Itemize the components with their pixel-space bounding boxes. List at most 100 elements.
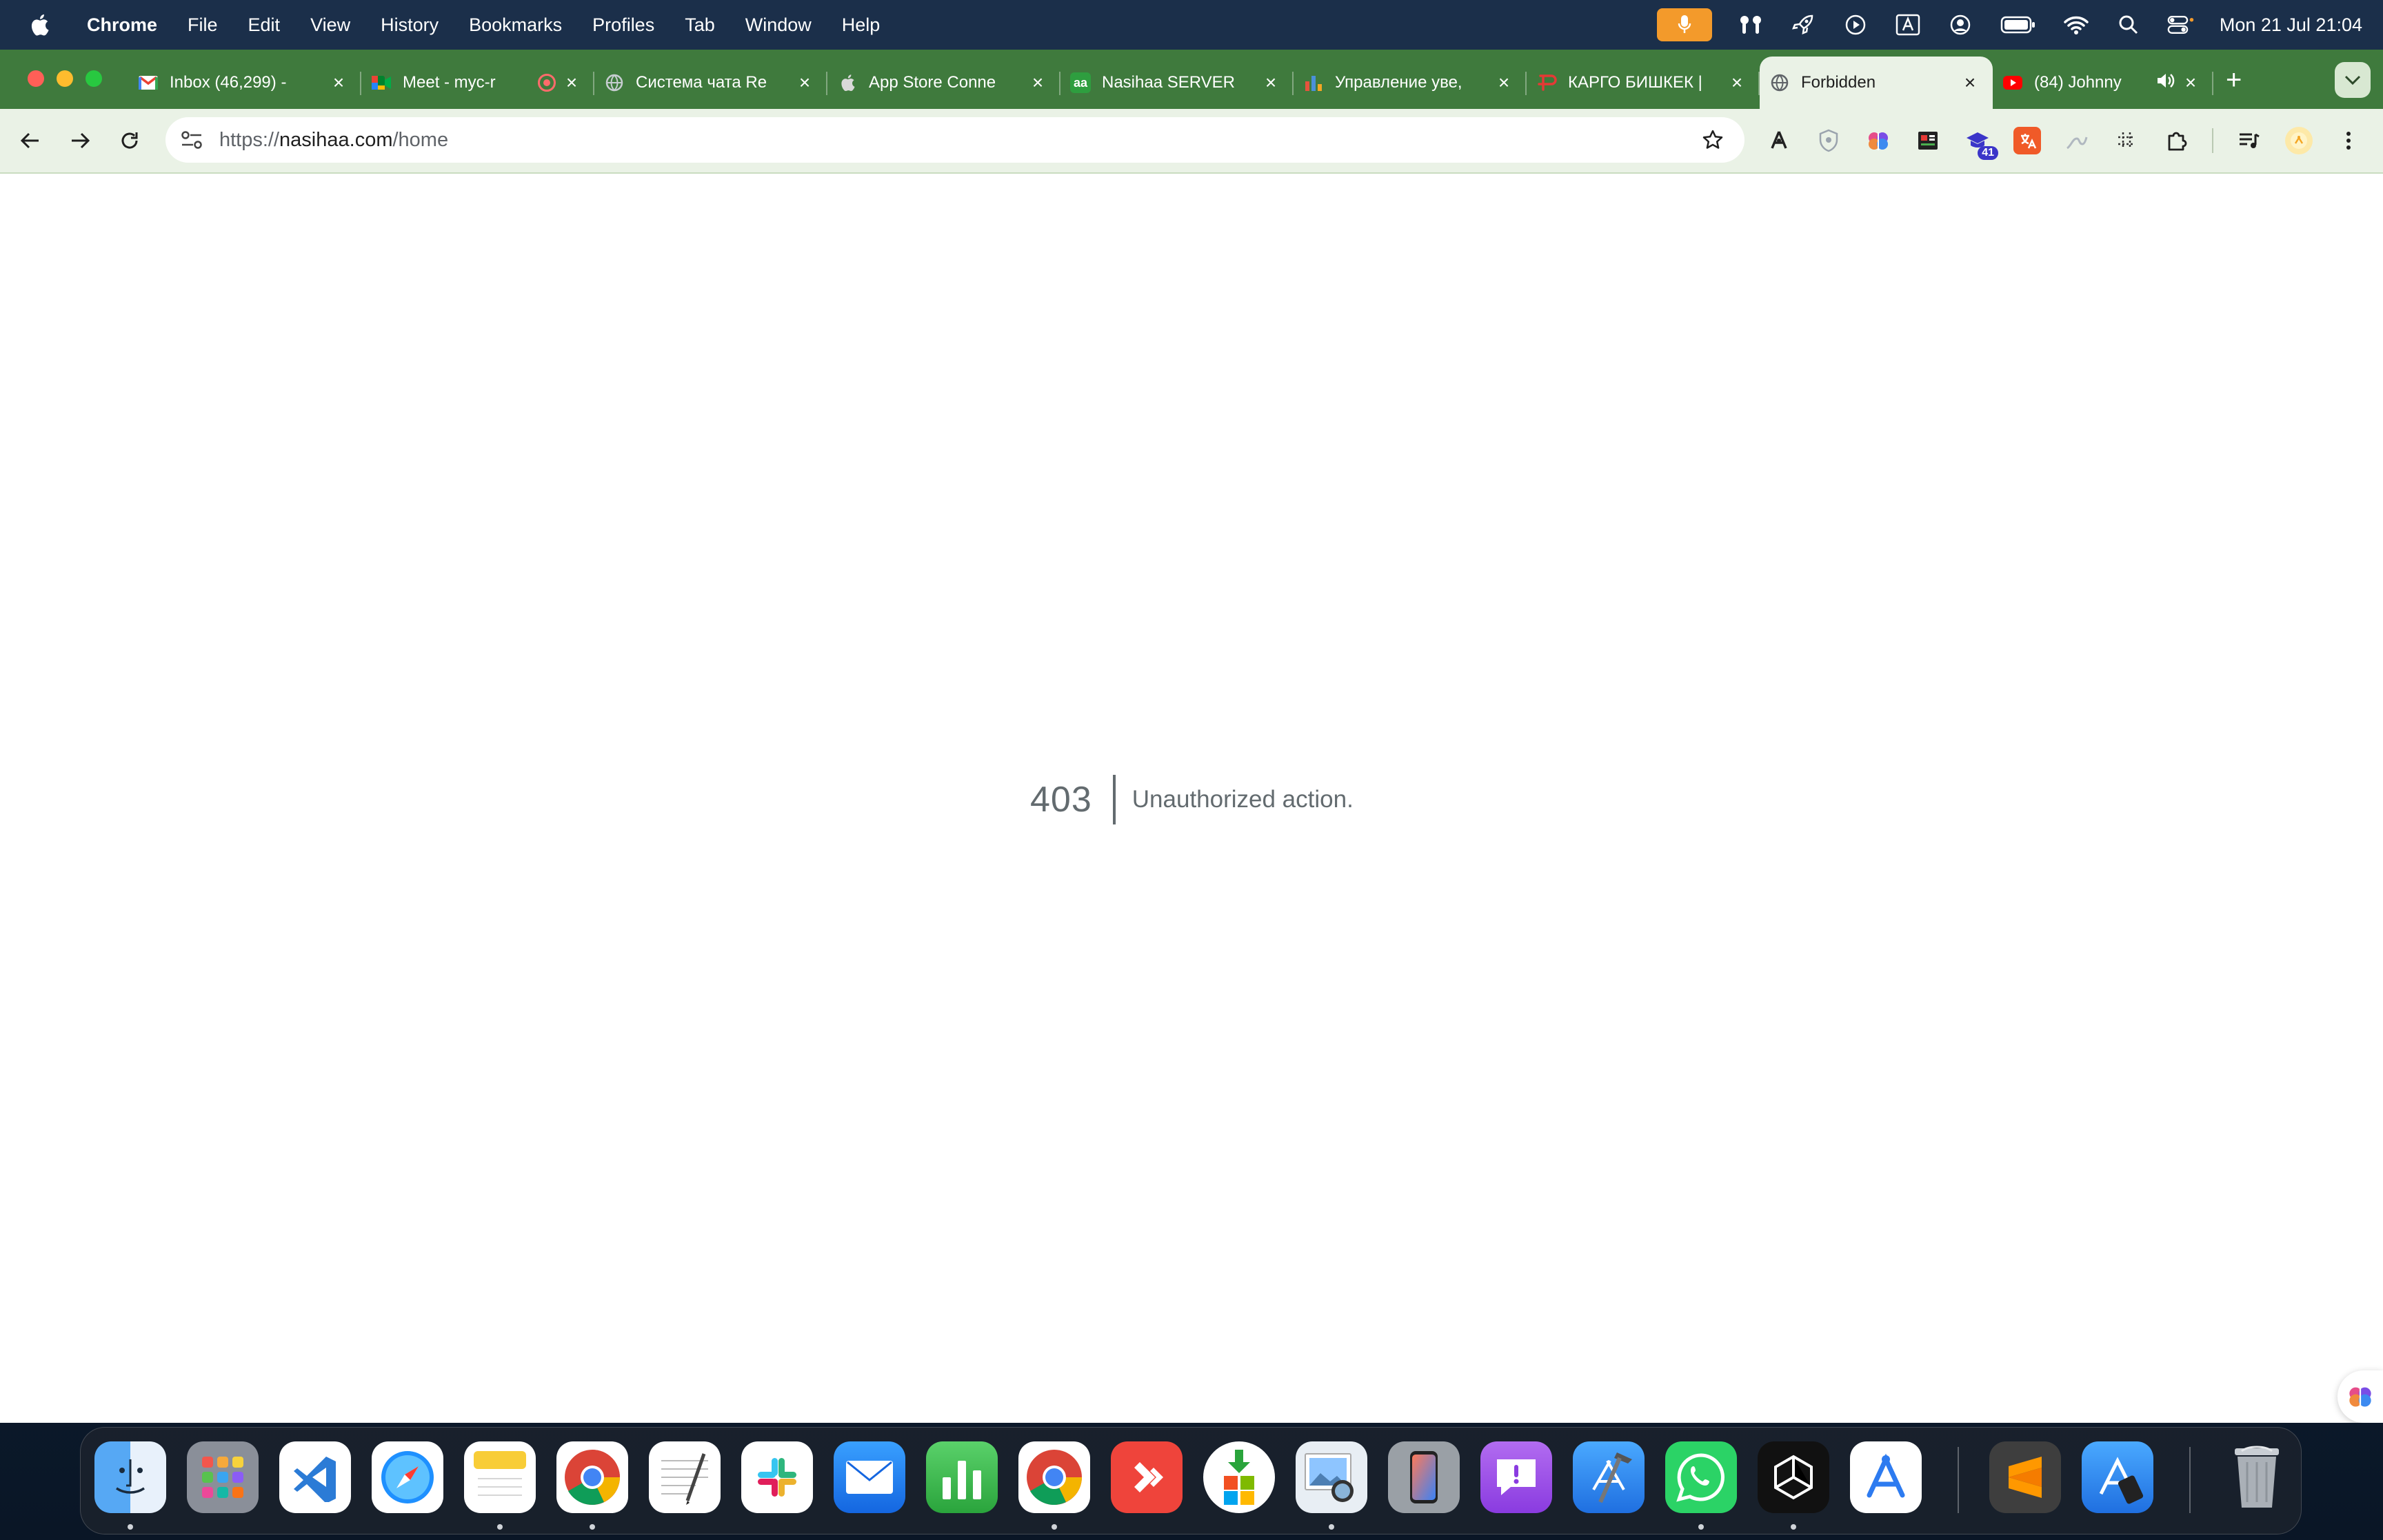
back-button[interactable] xyxy=(14,124,47,157)
input-source-a-icon[interactable] xyxy=(1894,11,1922,39)
finder-icon[interactable] xyxy=(94,1441,166,1513)
play-icon[interactable] xyxy=(1842,11,1869,39)
iphone-mirroring-icon[interactable] xyxy=(1388,1441,1460,1513)
notes-icon[interactable] xyxy=(464,1441,536,1513)
zoom-window-button[interactable] xyxy=(86,70,102,87)
tab-youtube[interactable]: (84) Johnny × xyxy=(1993,57,2213,109)
user-icon[interactable] xyxy=(1947,11,1974,39)
site-settings-icon[interactable] xyxy=(178,126,205,154)
close-tab-icon[interactable]: × xyxy=(1495,72,1513,94)
close-tab-icon[interactable]: × xyxy=(330,72,348,94)
close-tab-icon[interactable]: × xyxy=(563,72,581,94)
close-window-button[interactable] xyxy=(28,70,44,87)
news-extension-icon[interactable] xyxy=(1914,127,1942,154)
close-tab-icon[interactable]: × xyxy=(1262,72,1280,94)
chrome-icon[interactable] xyxy=(556,1441,628,1513)
microsoft-installer-icon[interactable] xyxy=(1203,1441,1275,1513)
tab-gmail-inbox[interactable]: Inbox (46,299) - × xyxy=(128,57,361,109)
graduation-extension-icon[interactable]: 41 xyxy=(1964,127,1998,160)
trash-icon[interactable] xyxy=(2221,1441,2293,1513)
translate-extension-icon[interactable] xyxy=(2013,127,2041,154)
menu-profiles[interactable]: Profiles xyxy=(592,14,654,36)
tab-chat-system[interactable]: Система чата Re × xyxy=(594,57,827,109)
menu-history[interactable]: History xyxy=(381,14,439,36)
profile-avatar-icon[interactable] xyxy=(2285,127,2313,154)
tab-strip: Inbox (46,299) - × Meet - myc-r × Систем… xyxy=(0,50,2383,109)
tab-cargo-bishkek[interactable]: КАРГО БИШКЕК | × xyxy=(1527,57,1760,109)
anydesk-icon[interactable] xyxy=(1111,1441,1183,1513)
chrome-canary-icon[interactable] xyxy=(1018,1441,1090,1513)
window-controls xyxy=(28,70,102,87)
menu-app-name[interactable]: Chrome xyxy=(87,14,157,36)
shield-extension-icon[interactable] xyxy=(1815,127,1842,154)
menu-edit[interactable]: Edit xyxy=(248,14,281,36)
whatsapp-icon[interactable] xyxy=(1665,1441,1737,1513)
menu-help[interactable]: Help xyxy=(842,14,881,36)
menu-file[interactable]: File xyxy=(188,14,218,36)
minimize-window-button[interactable] xyxy=(57,70,73,87)
extension-a-icon[interactable] xyxy=(1765,127,1793,154)
menu-window[interactable]: Window xyxy=(745,14,812,36)
close-tab-icon[interactable]: × xyxy=(2182,72,2200,94)
menubar-clock[interactable]: Mon 21 Jul 21:04 xyxy=(2220,14,2362,36)
battery-icon[interactable] xyxy=(1999,11,2038,39)
new-tab-button[interactable]: + xyxy=(2226,66,2242,94)
tab-app-store-connect[interactable]: App Store Conne × xyxy=(827,57,1060,109)
slack-icon[interactable] xyxy=(741,1441,813,1513)
draw-extension-icon[interactable] xyxy=(2063,127,2091,154)
rocket-icon[interactable] xyxy=(1789,11,1817,39)
menu-view[interactable]: View xyxy=(310,14,350,36)
app-store-connect-icon[interactable] xyxy=(1850,1441,1922,1513)
menu-kebab-icon[interactable] xyxy=(2335,127,2362,154)
brain-sidebar-icon[interactable] xyxy=(2337,1370,2383,1423)
control-center-icon[interactable] xyxy=(2167,11,2195,39)
page-content: 403 Unauthorized action. xyxy=(0,174,2383,1423)
forward-button[interactable] xyxy=(63,124,97,157)
spotlight-search-icon[interactable] xyxy=(2115,11,2142,39)
bookmark-star-icon[interactable] xyxy=(1699,126,1727,154)
numbers-icon[interactable] xyxy=(926,1441,998,1513)
audio-playing-icon[interactable] xyxy=(2155,72,2175,94)
running-indicator xyxy=(1698,1524,1704,1530)
tab-list: Inbox (46,299) - × Meet - myc-r × Систем… xyxy=(128,57,2213,109)
grid-extension-icon[interactable] xyxy=(2113,127,2140,154)
reload-button[interactable] xyxy=(113,124,146,157)
mail-icon[interactable] xyxy=(834,1441,905,1513)
tab-nasihaa-server[interactable]: aa Nasihaa SERVER × xyxy=(1060,57,1294,109)
close-tab-icon[interactable]: × xyxy=(1029,72,1047,94)
close-tab-icon[interactable]: × xyxy=(796,72,814,94)
url-path: /home xyxy=(392,128,449,151)
globe-icon xyxy=(604,72,625,93)
feedback-icon[interactable] xyxy=(1480,1441,1552,1513)
close-tab-icon[interactable]: × xyxy=(1728,72,1746,94)
textedit-icon[interactable] xyxy=(649,1441,721,1513)
brain-extension-icon[interactable] xyxy=(1864,127,1892,154)
puzzle-extensions-icon[interactable] xyxy=(2162,127,2190,154)
preview-icon[interactable] xyxy=(1296,1441,1367,1513)
url-text[interactable]: https://nasihaa.com/home xyxy=(219,129,448,152)
meet-icon xyxy=(371,72,392,93)
dock-separator xyxy=(2189,1447,2191,1513)
unity-icon[interactable] xyxy=(1758,1441,1829,1513)
vscode-icon[interactable] xyxy=(279,1441,351,1513)
airpods-icon[interactable] xyxy=(1737,11,1764,39)
safari-icon[interactable] xyxy=(372,1441,443,1513)
extensions-area: 41 xyxy=(1765,109,2362,172)
tab-forbidden-active[interactable]: Forbidden × xyxy=(1760,57,1993,109)
address-bar[interactable]: https://nasihaa.com/home xyxy=(165,117,1744,163)
error-code: 403 xyxy=(1030,775,1116,824)
apple-menu-icon[interactable] xyxy=(28,11,51,39)
media-control-icon[interactable] xyxy=(2235,127,2263,154)
simulator-icon[interactable] xyxy=(2082,1441,2153,1513)
wifi-icon[interactable] xyxy=(2062,11,2090,39)
sublime-text-icon[interactable] xyxy=(1989,1441,2061,1513)
tab-google-meet[interactable]: Meet - myc-r × xyxy=(361,57,594,109)
launchpad-icon[interactable] xyxy=(187,1441,259,1513)
tab-notifications-management[interactable]: Управление уве, × xyxy=(1294,57,1527,109)
tab-search-button[interactable] xyxy=(2335,62,2371,98)
menu-tab[interactable]: Tab xyxy=(685,14,715,36)
close-tab-icon[interactable]: × xyxy=(1961,72,1979,94)
menu-bookmarks[interactable]: Bookmarks xyxy=(469,14,562,36)
xcode-icon[interactable] xyxy=(1573,1441,1645,1513)
microphone-icon[interactable] xyxy=(1656,8,1712,41)
